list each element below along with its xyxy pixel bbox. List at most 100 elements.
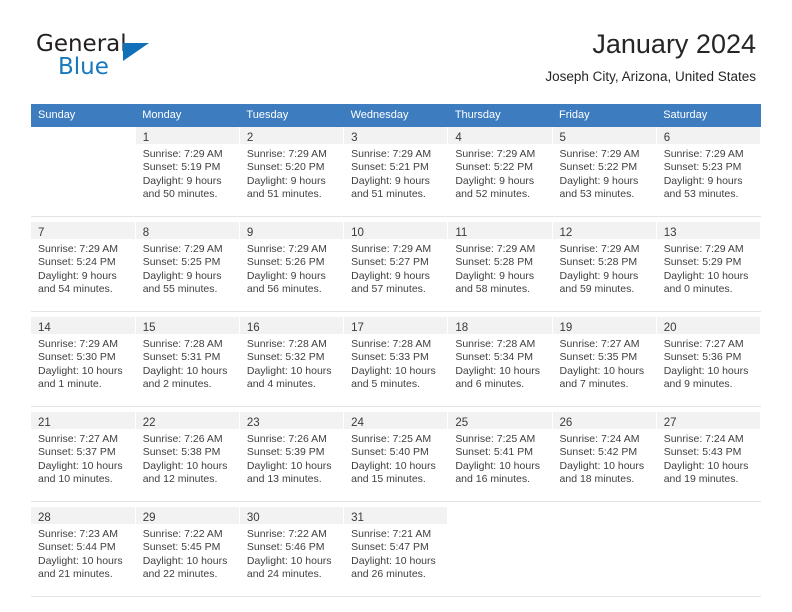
- day-number: 6: [663, 132, 671, 144]
- calendar-day-cell[interactable]: 13 Sunrise: 7:29 AM Sunset: 5:29 PM Dayligh…: [656, 222, 762, 312]
- sunset-text: Sunset: 5:45 PM: [142, 541, 221, 554]
- calendar-day-cell[interactable]: 6 Sunrise: 7:29 AM Sunset: 5:23 PM Daylight…: [656, 127, 762, 217]
- day-number-bar: 6: [656, 127, 760, 144]
- day-cell-inner: 1 Sunrise: 7:29 AM Sunset: 5:19 PM Daylight…: [135, 127, 239, 216]
- day-number-bar: 25: [448, 412, 552, 429]
- calendar-day-cell[interactable]: 31 Sunrise: 7:21 AM Sunset: 5:47 PM Dayligh…: [343, 507, 449, 597]
- calendar-day-cell[interactable]: 7 Sunrise: 7:29 AM Sunset: 5:24 PM Daylight…: [31, 222, 136, 312]
- day-number-bar: 8: [135, 222, 239, 239]
- daylight-text-line2: and 18 minutes.: [559, 473, 635, 486]
- calendar-day-cell[interactable]: 23 Sunrise: 7:26 AM Sunset: 5:39 PM Dayligh…: [239, 412, 345, 502]
- calendar-day-cell[interactable]: 5 Sunrise: 7:29 AM Sunset: 5:22 PM Daylight…: [552, 127, 657, 217]
- sunrise-text: Sunrise: 7:22 AM: [246, 528, 327, 540]
- daylight-text-line2: and 58 minutes.: [455, 283, 531, 296]
- day-number: 5: [559, 132, 566, 144]
- calendar-day-cell[interactable]: 11 Sunrise: 7:29 AM Sunset: 5:28 PM Dayligh…: [447, 222, 553, 312]
- day-number-bar: 1: [135, 127, 239, 144]
- calendar-day-cell[interactable]: 8 Sunrise: 7:29 AM Sunset: 5:25 PM Daylight…: [135, 222, 240, 312]
- day-details: Sunrise: 7:22 AM Sunset: 5:46 PM Daylight:…: [240, 524, 343, 582]
- sunrise-text: Sunrise: 7:28 AM: [351, 338, 432, 350]
- calendar-day-cell[interactable]: 24 Sunrise: 7:25 AM Sunset: 5:40 PM Dayligh…: [343, 412, 449, 502]
- calendar-day-cell[interactable]: 9 Sunrise: 7:29 AM Sunset: 5:26 PM Daylight…: [239, 222, 345, 312]
- day-number: 31: [351, 512, 364, 524]
- calendar-week-row: 7 Sunrise: 7:29 AM Sunset: 5:24 PM Daylight…: [31, 222, 762, 312]
- day-number: 24: [351, 417, 364, 429]
- calendar-day-cell[interactable]: 16 Sunrise: 7:28 AM Sunset: 5:32 PM Dayligh…: [239, 317, 345, 407]
- calendar-day-cell[interactable]: 22 Sunrise: 7:26 AM Sunset: 5:38 PM Dayligh…: [135, 412, 240, 502]
- calendar-day-cell[interactable]: 15 Sunrise: 7:28 AM Sunset: 5:31 PM Dayligh…: [135, 317, 240, 407]
- daylight-text-line2: and 59 minutes.: [559, 283, 635, 296]
- daylight-text-line1: Daylight: 10 hours: [142, 554, 228, 567]
- day-details: Sunrise: 7:29 AM Sunset: 5:26 PM Daylight:…: [240, 239, 343, 297]
- daylight-text-line1: Daylight: 10 hours: [663, 364, 749, 377]
- calendar-day-cell[interactable]: 19 Sunrise: 7:27 AM Sunset: 5:35 PM Dayligh…: [552, 317, 657, 407]
- day-cell-inner: 29 Sunrise: 7:22 AM Sunset: 5:45 PM Dayligh…: [135, 507, 239, 596]
- calendar-day-cell[interactable]: 29 Sunrise: 7:22 AM Sunset: 5:45 PM Dayligh…: [135, 507, 240, 597]
- sunset-text: Sunset: 5:34 PM: [455, 351, 533, 364]
- sunrise-text: Sunrise: 7:29 AM: [142, 148, 223, 160]
- day-number-bar: 31: [344, 507, 447, 524]
- sunrise-text: Sunrise: 7:29 AM: [559, 243, 640, 255]
- day-number: 18: [455, 322, 469, 334]
- day-cell-inner: 11 Sunrise: 7:29 AM Sunset: 5:28 PM Dayligh…: [448, 222, 552, 311]
- sunset-text: Sunset: 5:29 PM: [663, 256, 742, 269]
- day-cell-inner: 24 Sunrise: 7:25 AM Sunset: 5:40 PM Dayligh…: [344, 412, 447, 501]
- daylight-text-line2: and 21 minutes.: [38, 568, 113, 581]
- day-number-bar: 29: [135, 507, 239, 524]
- sunset-text: Sunset: 5:39 PM: [246, 446, 325, 459]
- sunrise-text: Sunrise: 7:29 AM: [38, 243, 118, 255]
- calendar-day-cell[interactable]: 1 Sunrise: 7:29 AM Sunset: 5:19 PM Daylight…: [135, 127, 240, 217]
- calendar-day-cell[interactable]: 21 Sunrise: 7:27 AM Sunset: 5:37 PM Dayligh…: [31, 412, 136, 502]
- day-number-bar: 13: [656, 222, 760, 239]
- day-number: 14: [38, 322, 51, 334]
- daylight-text-line2: and 53 minutes.: [663, 188, 739, 201]
- calendar-day-cell[interactable]: 14 Sunrise: 7:29 AM Sunset: 5:30 PM Dayligh…: [31, 317, 136, 407]
- calendar-day-cell[interactable]: 17 Sunrise: 7:28 AM Sunset: 5:33 PM Dayligh…: [343, 317, 449, 407]
- calendar-day-cell[interactable]: 12 Sunrise: 7:29 AM Sunset: 5:28 PM Dayligh…: [552, 222, 657, 312]
- title-block: January 2024 Joseph City, Arizona, Unite…: [545, 28, 756, 85]
- calendar-body: 1 Sunrise: 7:29 AM Sunset: 5:19 PM Daylight…: [31, 127, 762, 597]
- daylight-text-line2: and 0 minutes.: [663, 283, 733, 296]
- daylight-text-line1: Daylight: 9 hours: [142, 269, 222, 282]
- day-number: 10: [351, 227, 364, 239]
- daylight-text-line1: Daylight: 9 hours: [351, 174, 430, 187]
- sunrise-text: Sunrise: 7:29 AM: [455, 243, 536, 255]
- day-details: Sunrise: 7:28 AM Sunset: 5:34 PM Daylight:…: [448, 334, 551, 392]
- sunrise-text: Sunrise: 7:22 AM: [142, 528, 223, 540]
- sunset-text: Sunset: 5:28 PM: [559, 256, 638, 269]
- sunset-text: Sunset: 5:37 PM: [38, 446, 116, 459]
- daylight-text-line1: Daylight: 9 hours: [246, 174, 326, 187]
- day-cell-inner: 8 Sunrise: 7:29 AM Sunset: 5:25 PM Daylight…: [135, 222, 239, 311]
- sunrise-text: Sunrise: 7:29 AM: [351, 148, 432, 160]
- day-number-bar: 5: [552, 127, 656, 144]
- calendar-day-cell[interactable]: 27 Sunrise: 7:24 AM Sunset: 5:43 PM Dayligh…: [656, 412, 762, 502]
- calendar-day-cell[interactable]: 26 Sunrise: 7:24 AM Sunset: 5:42 PM Dayligh…: [552, 412, 657, 502]
- daylight-text-line2: and 5 minutes.: [351, 378, 420, 391]
- weekday-header-sunday: Sunday: [31, 104, 136, 127]
- calendar-day-cell[interactable]: 28 Sunrise: 7:23 AM Sunset: 5:44 PM Dayligh…: [31, 507, 136, 597]
- day-number-bar: 3: [344, 127, 447, 144]
- day-number-bar: 27: [656, 412, 760, 429]
- sunrise-text: Sunrise: 7:25 AM: [455, 433, 536, 445]
- day-details: Sunrise: 7:29 AM Sunset: 5:24 PM Daylight:…: [31, 239, 134, 297]
- day-cell-inner: 25 Sunrise: 7:25 AM Sunset: 5:41 PM Dayligh…: [448, 412, 552, 501]
- calendar-day-cell[interactable]: 3 Sunrise: 7:29 AM Sunset: 5:21 PM Daylight…: [343, 127, 449, 217]
- calendar-day-cell[interactable]: 2 Sunrise: 7:29 AM Sunset: 5:20 PM Daylight…: [239, 127, 345, 217]
- day-details: Sunrise: 7:29 AM Sunset: 5:28 PM Daylight:…: [553, 239, 656, 297]
- weekday-header-saturday: Saturday: [656, 104, 761, 127]
- calendar-day-cell[interactable]: 18 Sunrise: 7:28 AM Sunset: 5:34 PM Dayligh…: [447, 317, 553, 407]
- calendar-day-cell[interactable]: 20 Sunrise: 7:27 AM Sunset: 5:36 PM Dayligh…: [656, 317, 762, 407]
- calendar-day-cell[interactable]: 30 Sunrise: 7:22 AM Sunset: 5:46 PM Dayligh…: [239, 507, 345, 597]
- logo-text-blue: Blue: [58, 54, 109, 80]
- calendar-day-cell[interactable]: 10 Sunrise: 7:29 AM Sunset: 5:27 PM Dayligh…: [343, 222, 449, 312]
- day-number: 13: [663, 227, 677, 239]
- calendar-day-cell[interactable]: 25 Sunrise: 7:25 AM Sunset: 5:41 PM Dayligh…: [447, 412, 553, 502]
- day-cell-inner: 20 Sunrise: 7:27 AM Sunset: 5:36 PM Dayligh…: [656, 317, 760, 406]
- day-details: Sunrise: 7:27 AM Sunset: 5:35 PM Daylight:…: [553, 334, 656, 392]
- daylight-text-line1: Daylight: 10 hours: [246, 554, 332, 567]
- sunrise-text: Sunrise: 7:29 AM: [663, 148, 744, 160]
- sunrise-sunset-calendar: Sunday Monday Tuesday Wednesday Thursday…: [31, 104, 762, 597]
- sunset-text: Sunset: 5:22 PM: [455, 161, 533, 174]
- calendar-day-cell[interactable]: 4 Sunrise: 7:29 AM Sunset: 5:22 PM Daylight…: [447, 127, 553, 217]
- day-details: Sunrise: 7:24 AM Sunset: 5:43 PM Daylight:…: [657, 429, 760, 487]
